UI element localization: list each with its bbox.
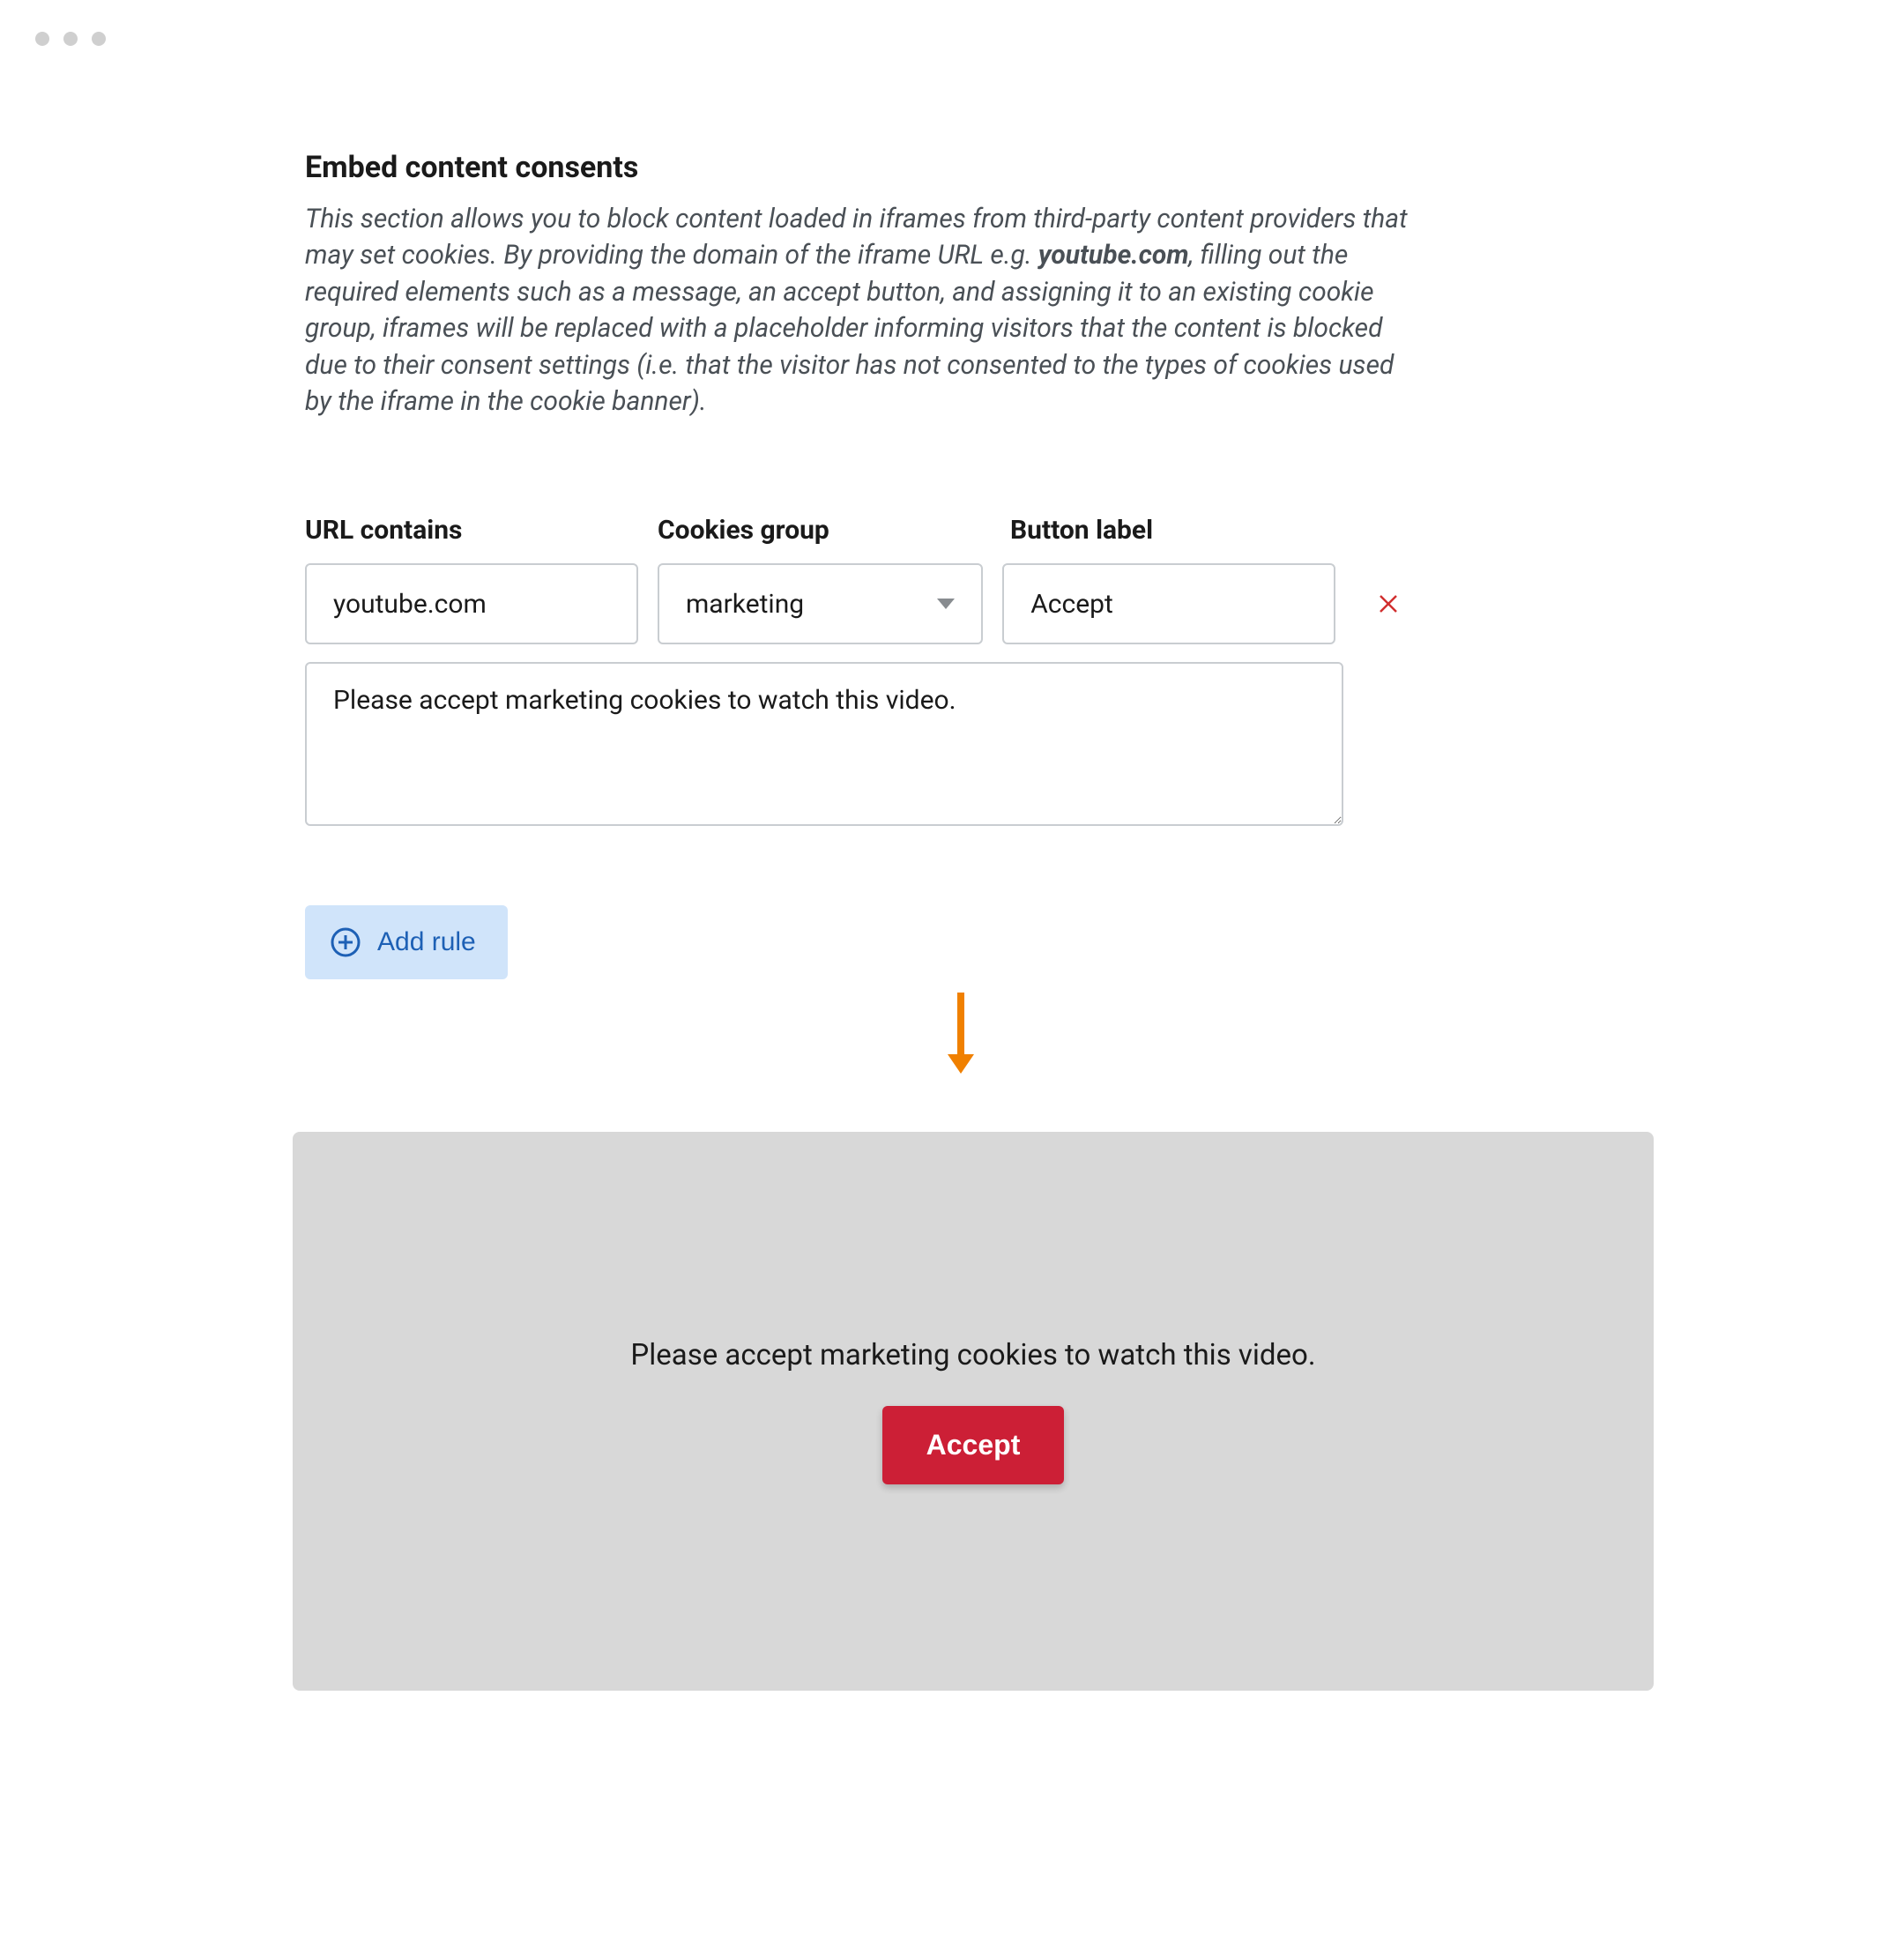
window-traffic-lights [35, 32, 106, 46]
cookies-group-value: marketing [686, 589, 804, 620]
close-icon [1378, 593, 1399, 614]
url-contains-label: URL contains [305, 515, 638, 546]
settings-section: Embed content consents This section allo… [305, 150, 1424, 979]
arrow-head [948, 1054, 974, 1074]
button-label-input[interactable] [1002, 563, 1335, 644]
delete-rule-button[interactable] [1369, 584, 1407, 623]
add-rule-label: Add rule [377, 927, 476, 957]
accept-button[interactable]: Accept [882, 1406, 1065, 1484]
embed-placeholder-preview: Please accept marketing cookies to watch… [293, 1132, 1654, 1691]
consent-rule-form: URL contains Cookies group Button label … [305, 515, 1407, 979]
form-labels-row: URL contains Cookies group Button label [305, 515, 1407, 546]
window-dot [92, 32, 106, 46]
form-inputs-row: marketing [305, 563, 1407, 644]
preview-message: Please accept marketing cookies to watch… [630, 1338, 1315, 1372]
cookies-group-select[interactable]: marketing [658, 563, 983, 644]
chevron-down-icon [937, 599, 955, 609]
window-dot [63, 32, 78, 46]
arrow-down-icon [948, 993, 974, 1074]
plus-circle-icon [330, 926, 361, 958]
message-row [305, 662, 1407, 829]
window-dot [35, 32, 49, 46]
section-title: Embed content consents [305, 150, 1424, 185]
message-textarea[interactable] [305, 662, 1343, 826]
add-rule-button[interactable]: Add rule [305, 905, 508, 979]
arrow-line [957, 993, 964, 1056]
url-contains-input[interactable] [305, 563, 638, 644]
button-label-label: Button label [1010, 515, 1343, 546]
cookies-group-label: Cookies group [658, 515, 991, 546]
description-bold: youtube.com [1038, 240, 1189, 271]
section-description: This section allows you to block content… [305, 201, 1424, 420]
